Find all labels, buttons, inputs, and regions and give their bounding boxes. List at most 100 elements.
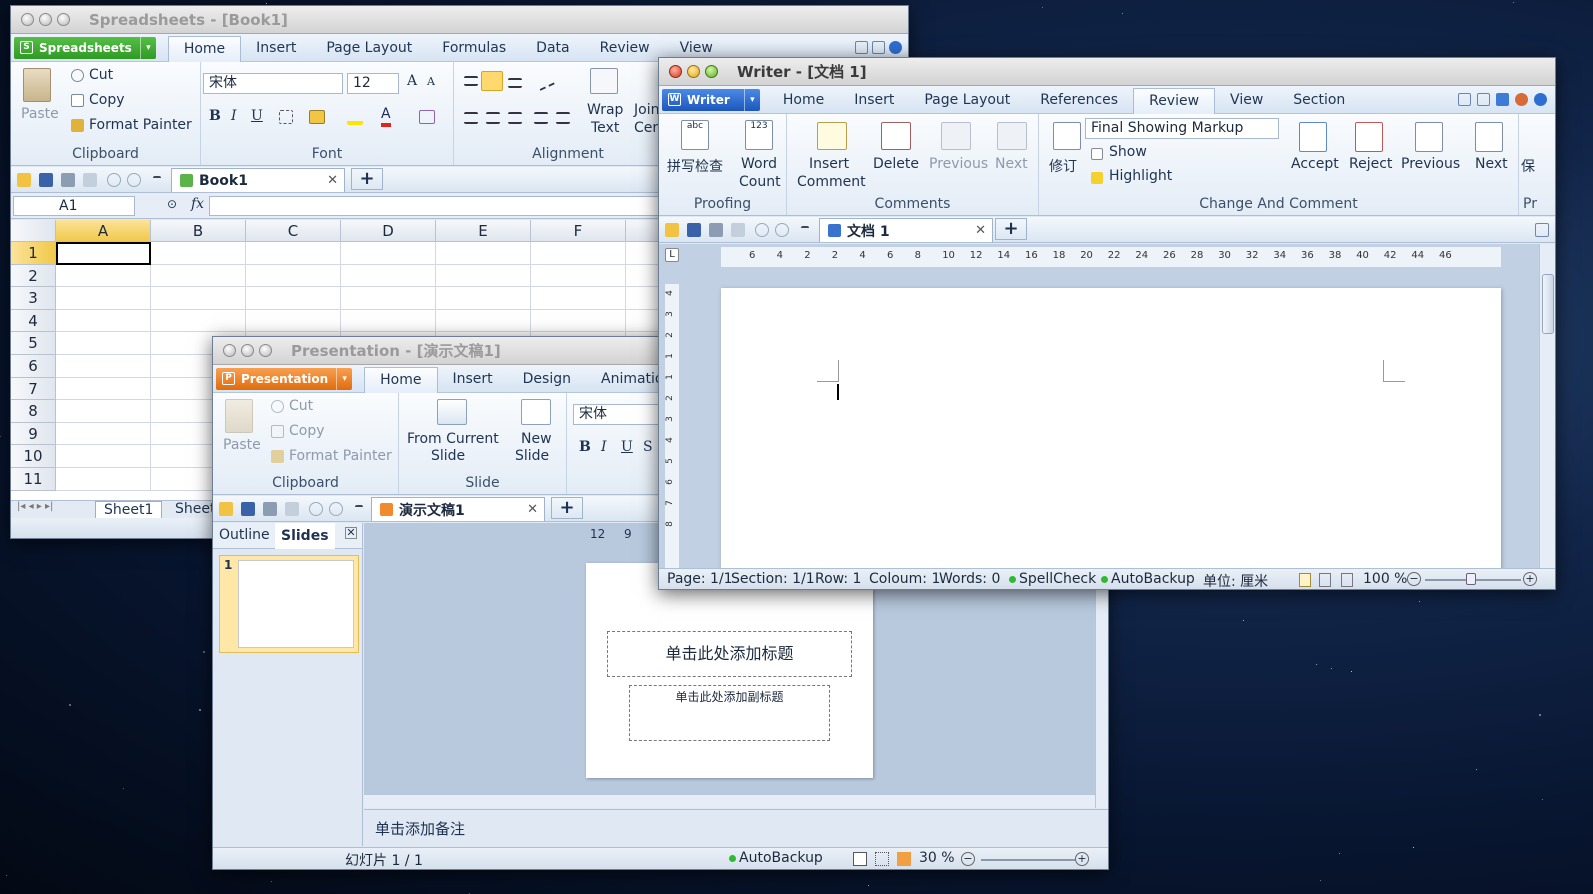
unit-indicator[interactable]: 单位: 厘米	[1203, 571, 1268, 589]
close-button[interactable]	[669, 65, 682, 78]
cell[interactable]	[151, 287, 246, 310]
word-count-icon[interactable]: 123	[745, 120, 773, 150]
title-placeholder[interactable]: 单击此处添加标题	[607, 631, 852, 677]
italic-button[interactable]: I	[231, 108, 237, 124]
doc-tab-document[interactable]: 文档 1 ✕	[819, 218, 993, 242]
redo-icon[interactable]	[775, 223, 789, 237]
doc-tab-book1[interactable]: Book1 ✕	[171, 168, 345, 192]
from-current-slide-icon[interactable]	[437, 399, 467, 425]
close-tab-icon[interactable]: ✕	[975, 223, 986, 238]
undo-icon[interactable]	[755, 223, 769, 237]
autobackup-status[interactable]: AutoBackup	[729, 850, 823, 866]
sheet-nav-icon[interactable]: |◂ ◂ ▸ ▸|	[17, 501, 53, 512]
skin-icon[interactable]	[872, 41, 885, 54]
underline-button[interactable]: U	[251, 108, 263, 124]
slide-thumbnail[interactable]	[238, 560, 354, 648]
strike-button[interactable]: S	[643, 439, 653, 455]
slide-canvas[interactable]: 单击此处添加标题 单击此处添加副标题	[586, 563, 873, 778]
cell[interactable]	[531, 242, 626, 265]
column-header[interactable]: F	[531, 220, 626, 242]
notes-placeholder[interactable]: 单击添加备注	[375, 818, 465, 839]
paste-icon[interactable]	[23, 68, 51, 102]
row-header[interactable]: 8	[11, 400, 56, 423]
outline-view-icon[interactable]	[1319, 573, 1331, 587]
cell[interactable]	[56, 422, 151, 446]
align-bottom-icon[interactable]	[508, 78, 522, 88]
insert-comment-button[interactable]: Insert	[809, 156, 849, 172]
print-preview-icon[interactable]	[285, 502, 299, 516]
align-top-icon[interactable]	[464, 76, 478, 86]
close-pane-icon[interactable]: ✕	[345, 527, 357, 539]
minimize-button[interactable]	[687, 65, 700, 78]
redo-icon[interactable]	[329, 502, 343, 516]
delete-comment-button[interactable]: Delete	[873, 156, 919, 172]
cell[interactable]	[56, 264, 151, 288]
wrap-text-button-2[interactable]: Text	[591, 120, 619, 136]
clear-format-icon[interactable]	[419, 110, 435, 124]
zoom-slider[interactable]	[981, 859, 1075, 861]
zoom-thumb[interactable]	[1466, 573, 1476, 585]
format-painter-button[interactable]: Format Painter	[289, 448, 392, 464]
zoom-out-icon[interactable]: −	[961, 852, 975, 866]
copy-button[interactable]: Copy	[289, 423, 325, 439]
scroll-thumb[interactable]	[1542, 274, 1554, 334]
maximize-button[interactable]	[705, 65, 718, 78]
align-middle-icon[interactable]	[481, 71, 503, 91]
row-header[interactable]: 9	[11, 422, 56, 446]
cell[interactable]	[341, 309, 436, 333]
wrap-text-button[interactable]: Wrap	[587, 102, 623, 118]
zoom-out-icon[interactable]: −	[1407, 572, 1421, 586]
accept-button[interactable]: Accept	[1291, 156, 1339, 172]
cell[interactable]	[246, 287, 341, 310]
bold-button[interactable]: B	[579, 439, 591, 455]
paste-icon[interactable]	[225, 399, 253, 433]
word-count-button[interactable]: Word	[741, 156, 777, 172]
sheet-tab-sheet1[interactable]: Sheet1	[95, 501, 163, 519]
column-header[interactable]: D	[341, 220, 436, 242]
cell[interactable]	[151, 264, 246, 288]
cell[interactable]	[56, 355, 151, 378]
cell[interactable]	[246, 264, 341, 288]
tab-design[interactable]: Design	[508, 365, 586, 392]
tab-view[interactable]: View	[1215, 86, 1278, 113]
tab-insert[interactable]: Insert	[438, 365, 508, 392]
row-header[interactable]: 7	[11, 377, 56, 401]
join-center-button[interactable]: Join	[634, 102, 659, 118]
tab-review[interactable]: Review	[1133, 87, 1216, 114]
cell[interactable]	[436, 287, 531, 310]
view-sorter-icon[interactable]	[875, 852, 889, 866]
select-all[interactable]	[11, 220, 56, 242]
cell[interactable]	[56, 468, 151, 491]
subtitle-placeholder[interactable]: 单击此处添加副标题	[629, 685, 830, 741]
document-page[interactable]	[721, 288, 1501, 578]
from-current-slide-button-2[interactable]: Slide	[431, 448, 465, 464]
cell[interactable]	[151, 242, 246, 265]
spellcheck-button[interactable]: 拼写检查	[667, 156, 723, 176]
tab-slides[interactable]: Slides	[275, 523, 335, 549]
collapse-ribbon-icon[interactable]	[855, 41, 868, 54]
vertical-ruler[interactable]: 4 3 2 1 1 2 3 4 5 6 7 8	[665, 284, 679, 568]
undo-icon[interactable]	[107, 173, 121, 187]
print-icon[interactable]	[61, 173, 75, 187]
previous-comment-button[interactable]: Previous	[929, 156, 988, 172]
spreadsheets-app-button[interactable]: S Spreadsheets ▾	[14, 36, 156, 59]
open-icon[interactable]	[17, 173, 31, 187]
cell[interactable]	[341, 287, 436, 310]
presentation-app-button[interactable]: P Presentation ▾	[216, 367, 353, 390]
minimize-button[interactable]	[39, 13, 52, 26]
maximize-button[interactable]	[259, 344, 272, 357]
tab-formulas[interactable]: Formulas	[427, 34, 521, 61]
slide-thumbnail-selected[interactable]: 1	[219, 555, 359, 653]
notes-pane[interactable]: 单击添加备注	[364, 809, 1108, 846]
cell[interactable]	[246, 242, 341, 265]
column-header[interactable]: A	[56, 220, 151, 242]
new-tab-button[interactable]: +	[551, 497, 583, 519]
copy-button[interactable]: Copy	[89, 92, 125, 108]
tab-insert[interactable]: Insert	[241, 34, 311, 61]
undo-icon[interactable]	[309, 502, 323, 516]
next-change-icon[interactable]	[1475, 122, 1503, 152]
cell[interactable]	[56, 309, 151, 333]
row-header[interactable]: 2	[11, 264, 56, 288]
print-icon[interactable]	[263, 502, 277, 516]
view-normal-icon[interactable]	[853, 852, 867, 866]
